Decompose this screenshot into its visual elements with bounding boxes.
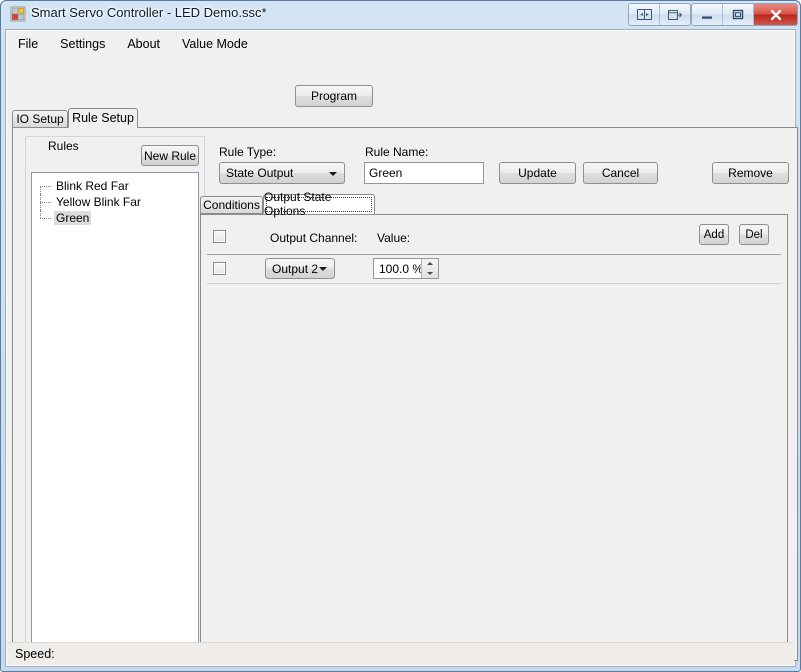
list-item[interactable]: Yellow Blink Far	[32, 194, 198, 210]
output-state-options-page: Output Channel: Value: Add Del Output 2 …	[200, 214, 788, 661]
tab-output-state-options[interactable]: Output State Options	[263, 190, 375, 218]
update-button[interactable]: Update	[499, 162, 576, 184]
status-bar: Speed:	[7, 642, 794, 665]
program-button[interactable]: Program	[295, 85, 373, 107]
menu-item-value-mode[interactable]: Value Mode	[171, 33, 259, 55]
close-icon	[770, 9, 781, 20]
menu-bar: File Settings About Value Mode	[7, 31, 794, 58]
tree-dash	[40, 202, 51, 203]
chevron-down-icon	[319, 267, 327, 271]
close-button[interactable]	[754, 4, 797, 25]
tree-dash	[40, 186, 51, 187]
rule-name-value: Green	[369, 166, 403, 180]
window-caption-buttons	[691, 3, 798, 26]
tree-dash	[40, 218, 51, 219]
split-view-button[interactable]	[629, 4, 660, 25]
remove-button[interactable]: Remove	[712, 162, 789, 184]
column-header-output-channel: Output Channel:	[270, 231, 358, 245]
chevron-up-icon	[427, 262, 433, 266]
output-channel-combo[interactable]: Output 2	[265, 258, 335, 279]
output-channel-value: Output 2	[272, 261, 319, 276]
rule-type-label: Rule Type:	[219, 145, 277, 159]
split-icon	[636, 9, 652, 20]
rule-type-combo[interactable]: State Output	[219, 162, 345, 184]
stepper-buttons[interactable]	[421, 259, 438, 278]
tab-conditions[interactable]: Conditions	[200, 196, 263, 214]
rules-tree-view[interactable]: Blink Red Far Yellow Blink Far Green	[31, 172, 199, 648]
tab-rule-setup[interactable]: Rule Setup	[68, 108, 138, 128]
list-item[interactable]: Blink Red Far	[32, 178, 198, 194]
menu-item-about[interactable]: About	[116, 33, 171, 55]
maximize-icon	[732, 9, 744, 20]
rule-type-value: State Output	[226, 166, 294, 180]
minimize-icon	[702, 16, 712, 19]
window-title: Smart Servo Controller - LED Demo.ssc*	[31, 5, 267, 20]
value-stepper[interactable]: 100.0 %	[373, 258, 439, 279]
grid-header-row: Output Channel: Value:	[207, 221, 781, 255]
stepper-down-button[interactable]	[422, 269, 438, 279]
tree-item-label: Green	[54, 211, 92, 225]
main-tab-strip: IO Setup Rule Setup	[12, 108, 798, 128]
tree-item-label: Blink Red Far	[56, 179, 129, 193]
cancel-button[interactable]: Cancel	[583, 162, 658, 184]
tree-connector	[40, 210, 41, 218]
status-speed-label: Speed:	[15, 647, 55, 661]
rule-name-input[interactable]: Green	[364, 162, 484, 184]
application-window: Smart Servo Controller - LED Demo.ssc* F…	[0, 0, 801, 672]
inner-tab-strip: Conditions Output State Options	[200, 190, 788, 218]
chevron-down-icon	[329, 172, 337, 176]
table-row[interactable]: Output 2 100.0 %	[207, 255, 781, 284]
rule-name-label: Rule Name:	[365, 145, 429, 159]
menu-item-file[interactable]: File	[7, 33, 49, 55]
del-button[interactable]: Del	[739, 224, 769, 245]
list-item[interactable]: Green	[32, 210, 198, 226]
column-header-value: Value:	[377, 231, 411, 245]
menu-item-settings[interactable]: Settings	[49, 33, 116, 55]
window-icon	[668, 9, 682, 20]
title-bar[interactable]: Smart Servo Controller - LED Demo.ssc*	[1, 1, 801, 29]
app-squares-icon	[10, 6, 26, 22]
chevron-down-icon	[427, 271, 433, 275]
minimize-button[interactable]	[692, 4, 723, 25]
tab-io-setup[interactable]: IO Setup	[12, 110, 68, 128]
stepper-up-button[interactable]	[422, 259, 438, 269]
maximize-button[interactable]	[723, 4, 754, 25]
value-stepper-value: 100.0 %	[379, 261, 424, 276]
row-select-checkbox[interactable]	[213, 262, 226, 275]
extra-caption-buttons	[628, 3, 691, 26]
rules-group-label: Rules	[45, 139, 82, 153]
add-button[interactable]: Add	[699, 224, 729, 245]
new-rule-button[interactable]: New Rule	[141, 145, 199, 166]
client-area: File Settings About Value Mode Program I…	[5, 29, 798, 667]
tree-connector	[40, 186, 41, 194]
select-all-checkbox[interactable]	[213, 230, 226, 243]
new-window-button[interactable]	[660, 4, 690, 25]
tree-item-label: Yellow Blink Far	[56, 195, 141, 209]
tab-output-state-options-label: Output State Options	[264, 190, 332, 218]
